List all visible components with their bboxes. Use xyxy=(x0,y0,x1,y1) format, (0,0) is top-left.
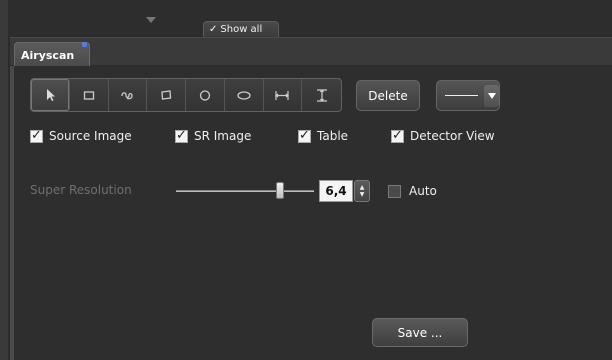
line-measure-icon xyxy=(275,91,290,100)
left-edge xyxy=(0,0,8,360)
checkbox-box[interactable] xyxy=(388,184,401,198)
sr-image-checkbox[interactable]: SR Image xyxy=(175,128,252,143)
auto-label: Auto xyxy=(409,184,437,198)
tab-marker xyxy=(82,42,87,47)
freehand-tool-button[interactable] xyxy=(109,79,148,111)
super-resolution-label: Super Resolution xyxy=(30,183,132,197)
super-resolution-value-input[interactable]: 6,4 xyxy=(319,180,353,202)
checkbox-box[interactable] xyxy=(175,128,188,143)
save-button[interactable]: Save ... xyxy=(372,318,468,347)
checkbox-box[interactable] xyxy=(298,128,311,143)
show-all-label: Show all xyxy=(220,24,263,35)
checkbox-box[interactable] xyxy=(391,128,404,143)
rotated-rectangle-icon xyxy=(161,90,172,100)
top-strip: ✓ Show all xyxy=(0,0,612,360)
checkbox-label: Table xyxy=(317,129,349,143)
show-all-toggle[interactable]: ✓ Show all xyxy=(203,21,279,37)
panel-left-border xyxy=(10,66,14,360)
rotated-rectangle-tool-button[interactable] xyxy=(147,79,186,111)
super-resolution-slider[interactable] xyxy=(176,190,314,192)
freehand-icon xyxy=(121,92,134,100)
spin-up-icon[interactable]: ▲ xyxy=(360,184,365,191)
grip-icon[interactable] xyxy=(146,17,156,23)
rectangle-tool-button[interactable] xyxy=(70,79,109,111)
vertical-measure-icon xyxy=(316,89,327,102)
circle-tool-button[interactable] xyxy=(186,79,225,111)
check-icon: ✓ xyxy=(209,24,218,35)
vertical-measure-tool-button[interactable] xyxy=(302,79,341,111)
source-image-checkbox[interactable]: Source Image xyxy=(30,128,132,143)
delete-button[interactable]: Delete xyxy=(356,80,420,111)
table-checkbox[interactable]: Table xyxy=(298,128,349,143)
slider-thumb[interactable] xyxy=(276,182,284,199)
checkbox-label: Source Image xyxy=(49,129,132,143)
checkbox-label: Detector View xyxy=(410,129,495,143)
pointer-tool-button[interactable] xyxy=(31,79,70,111)
tab-airyscan[interactable]: Airyscan xyxy=(14,42,90,67)
detector-view-checkbox[interactable]: Detector View xyxy=(391,128,495,143)
tab-label: Airyscan xyxy=(21,48,75,62)
dropdown-arrow[interactable] xyxy=(484,84,499,107)
value-spinner[interactable]: ▲ ▼ xyxy=(354,180,370,202)
rectangle-icon xyxy=(83,91,94,100)
ellipse-icon xyxy=(236,91,251,100)
tab-strip xyxy=(10,37,612,65)
auto-checkbox[interactable]: Auto xyxy=(388,184,437,198)
checkbox-label: SR Image xyxy=(194,129,252,143)
pointer-icon xyxy=(46,89,55,101)
ellipse-tool-button[interactable] xyxy=(225,79,264,111)
circle-icon xyxy=(199,90,211,101)
line-style-dropdown[interactable] xyxy=(436,80,500,111)
spin-down-icon[interactable]: ▼ xyxy=(360,191,365,198)
checkbox-box[interactable] xyxy=(30,128,43,143)
drawing-tools-group xyxy=(30,78,342,112)
line-style-preview xyxy=(445,95,479,96)
chevron-down-icon xyxy=(487,92,496,99)
line-measure-tool-button[interactable] xyxy=(264,79,303,111)
